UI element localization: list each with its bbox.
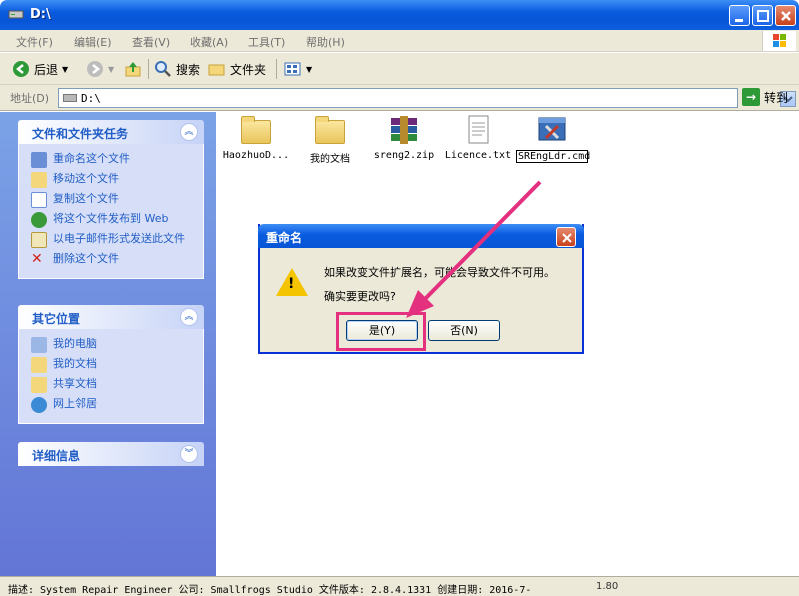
status-text: 描述: System Repair Engineer 公司: Smallfrog… [8, 585, 532, 596]
annotation-arrow-icon [406, 180, 542, 318]
status-bar: 描述: System Repair Engineer 公司: Smallfrog… [0, 576, 799, 596]
status-size: 1.80 [596, 581, 619, 592]
